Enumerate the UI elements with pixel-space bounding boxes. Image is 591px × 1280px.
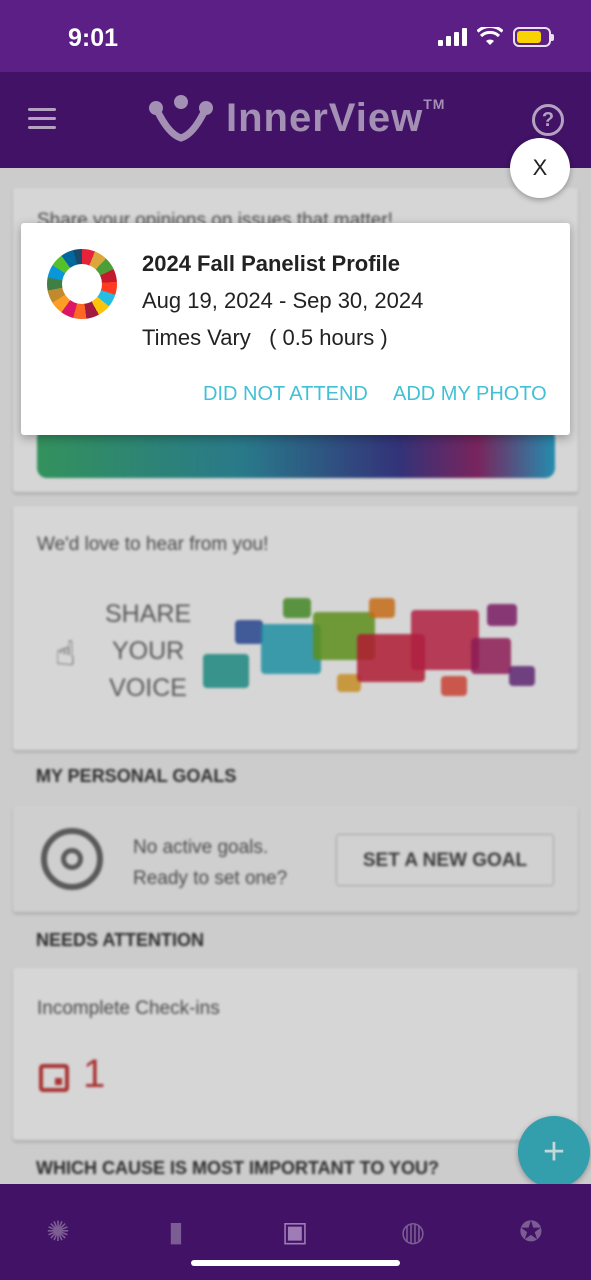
close-button[interactable]: X <box>510 138 570 198</box>
battery-icon <box>513 27 554 47</box>
event-dates: Aug 19, 2024 - Sep 30, 2024 <box>142 288 424 313</box>
add-my-photo-button[interactable]: ADD MY PHOTO <box>393 383 547 406</box>
did-not-attend-button[interactable]: DID NOT ATTEND <box>203 383 368 406</box>
wifi-icon <box>477 27 503 45</box>
home-indicator <box>191 1260 400 1266</box>
status-icons <box>438 27 554 47</box>
clock: 9:01 <box>68 24 119 52</box>
status-bar: 9:01 <box>0 0 591 72</box>
event-dialog: 2024 Fall Panelist Profile Aug 19, 2024 … <box>21 223 570 435</box>
cellular-signal-icon <box>438 28 467 46</box>
sdg-wheel-icon <box>47 249 117 319</box>
event-times: Times Vary ( 0.5 hours ) <box>142 325 388 350</box>
event-title: 2024 Fall Panelist Profile <box>142 251 401 276</box>
